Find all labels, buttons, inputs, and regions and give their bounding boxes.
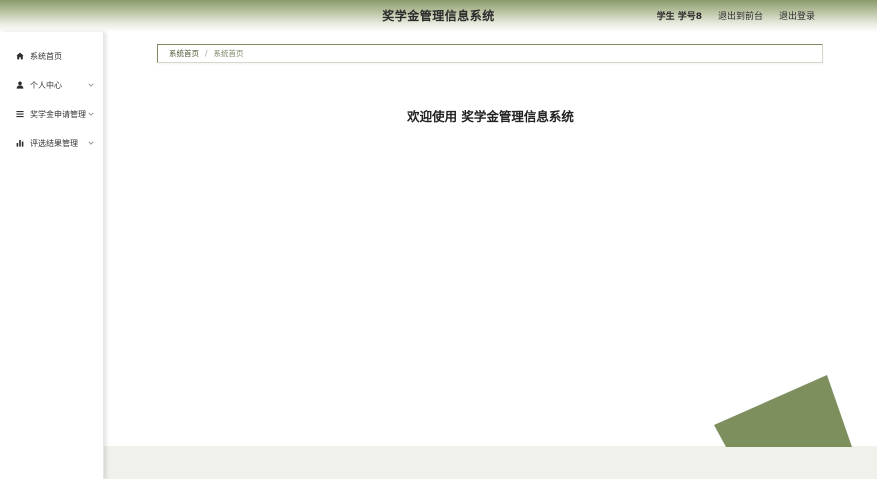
header-actions: 学生 学号8 退出到前台 退出登录 (657, 9, 815, 22)
logout-link[interactable]: 退出登录 (779, 9, 815, 22)
sidebar-item-label: 个人中心 (30, 80, 62, 90)
top-header: 奖学金管理信息系统 学生 学号8 退出到前台 退出登录 (0, 0, 877, 32)
user-icon (16, 81, 24, 89)
sidebar-item-scholarship-application[interactable]: 奖学金申请管理 (0, 103, 104, 125)
breadcrumb: 系统首页 / 系统首页 (157, 44, 823, 63)
sidebar-item-home[interactable]: 系统首页 (0, 45, 104, 67)
breadcrumb-current: 系统首页 (213, 49, 244, 58)
breadcrumb-separator: / (205, 49, 208, 58)
decorative-shape (714, 375, 852, 447)
sidebar-item-selection-results[interactable]: 评选结果管理 (0, 132, 104, 154)
welcome-heading: 欢迎使用 奖学金管理信息系统 (407, 109, 574, 124)
sidebar: 系统首页 个人中心 奖学金申请管理 评选结果管理 (0, 32, 104, 479)
current-user-label: 学生 学号8 (656, 12, 702, 22)
sidebar-item-label: 评选结果管理 (30, 138, 78, 148)
chevron-down-icon (88, 139, 94, 145)
home-icon (16, 52, 24, 60)
list-icon (16, 110, 24, 118)
chevron-down-icon (88, 110, 94, 116)
sidebar-item-label: 奖学金申请管理 (30, 109, 86, 119)
chevron-down-icon (88, 81, 94, 87)
breadcrumb-home-link[interactable]: 系统首页 (169, 48, 199, 59)
footer-band (104, 446, 877, 479)
bar-chart-icon (16, 139, 24, 147)
sidebar-item-personal-center[interactable]: 个人中心 (0, 74, 104, 96)
sidebar-item-label: 系统首页 (30, 51, 62, 61)
to-front-link[interactable]: 退出到前台 (718, 9, 763, 22)
